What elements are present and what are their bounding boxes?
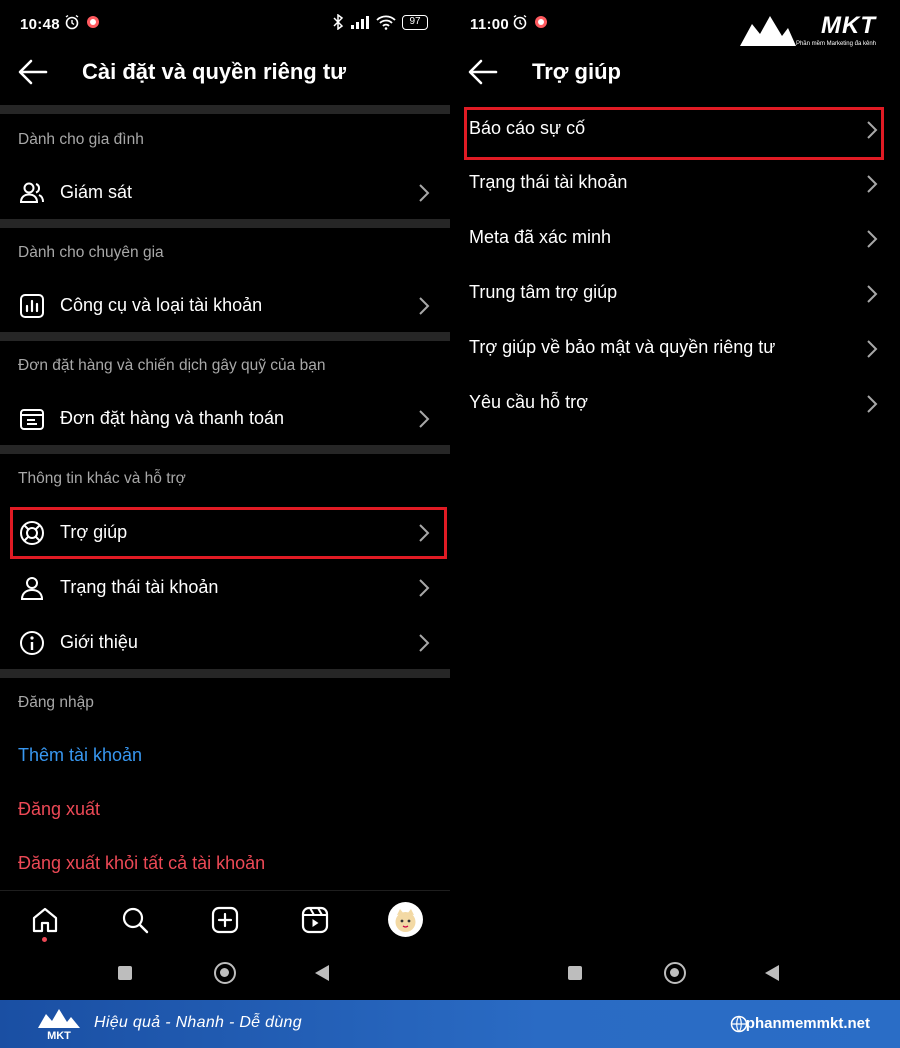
menu-item-label: Trạng thái tài khoản [60, 576, 219, 597]
svg-text:MKT: MKT [47, 1030, 71, 1042]
menu-item-supervision[interactable]: Giám sát [0, 167, 450, 217]
section-divider [0, 669, 450, 678]
back-system-button[interactable] [764, 964, 780, 982]
footer-website[interactable]: phanmemmkt.net [746, 1015, 870, 1032]
signal-icon [351, 16, 369, 29]
menu-item-about[interactable]: Giới thiệu [0, 617, 450, 667]
section-divider [0, 332, 450, 341]
profile-avatar[interactable] [388, 902, 423, 937]
help-item-help-center[interactable]: Trung tâm trợ giúp [450, 268, 900, 323]
chevron-right-icon [419, 410, 430, 428]
chevron-right-icon [867, 340, 878, 358]
reels-icon[interactable] [300, 905, 330, 935]
settings-screen: 10:48 97 Cài đặt và quyền riêng tư Dành … [0, 0, 450, 1000]
record-icon [87, 16, 99, 28]
promo-footer: MKT Hiệu quả - Nhanh - Dễ dùng phanmemmk… [0, 1000, 900, 1048]
help-item-meta-verified[interactable]: Meta đã xác minh [450, 213, 900, 268]
bluetooth-icon [333, 14, 344, 30]
record-icon [535, 16, 547, 28]
back-system-button[interactable] [314, 964, 330, 982]
chevron-right-icon [419, 297, 430, 315]
home-system-button[interactable] [664, 962, 686, 984]
system-navigation [0, 950, 450, 998]
person-icon [20, 577, 44, 600]
footer-tagline: Hiệu quả - Nhanh - Dễ dùng [94, 1014, 302, 1031]
mkt-footer-logo-icon: MKT [38, 1009, 80, 1042]
mkt-logo-text: MKT [821, 12, 876, 39]
help-item-label: Trợ giúp về bảo mật và quyền riêng tư [469, 337, 776, 357]
page-title: Cài đặt và quyền riêng tư [82, 59, 347, 84]
recents-button[interactable] [568, 966, 582, 980]
wifi-icon [376, 15, 396, 30]
logout-all-link[interactable]: Đăng xuất khỏi tất cả tài khoản [18, 853, 265, 874]
alarm-icon [513, 14, 527, 30]
alarm-icon [65, 14, 79, 30]
home-system-button[interactable] [214, 962, 236, 984]
logout-link[interactable]: Đăng xuất [18, 799, 100, 820]
menu-item-account-status[interactable]: Trạng thái tài khoản [0, 562, 450, 612]
create-post-icon[interactable] [210, 905, 240, 935]
help-item-label: Meta đã xác minh [469, 227, 612, 247]
menu-item-label: Giám sát [60, 181, 133, 202]
notification-dot [42, 937, 47, 942]
avatar-cat-icon [395, 909, 416, 932]
help-item-account-status[interactable]: Trạng thái tài khoản [450, 158, 900, 213]
menu-item-label: Công cụ và loại tài khoản [60, 294, 263, 315]
status-time: 11:00 [470, 16, 510, 33]
section-header-orders: Đơn đặt hàng và chiến dịch gây quỹ của b… [18, 357, 326, 374]
system-navigation [450, 950, 900, 998]
section-divider [0, 105, 450, 114]
section-divider [0, 445, 450, 454]
highlight-box [464, 107, 884, 160]
chevron-right-icon [867, 395, 878, 413]
back-arrow-icon[interactable] [18, 58, 48, 86]
bottom-navigation [0, 890, 450, 948]
highlight-box [10, 507, 447, 559]
mkt-logo-subtitle: Phần mềm Marketing đa kênh [795, 41, 876, 47]
info-icon [20, 631, 44, 655]
chart-icon [20, 294, 44, 318]
chevron-right-icon [867, 230, 878, 248]
section-divider [0, 219, 450, 228]
menu-item-label: Giới thiệu [60, 631, 138, 652]
chevron-right-icon [867, 285, 878, 303]
chevron-right-icon [867, 175, 878, 193]
top-bar: Cài đặt và quyền riêng tư [0, 48, 450, 96]
section-header-family: Dành cho gia đình [18, 131, 144, 148]
status-time: 10:48 [20, 16, 60, 33]
menu-item-tools-account-type[interactable]: Công cụ và loại tài khoản [0, 280, 450, 330]
chevron-right-icon [419, 184, 430, 202]
help-screen: 11:00 MKT Phần mềm Marketing đa kênh Trợ… [450, 0, 900, 1000]
menu-item-label: Đơn đặt hàng và thanh toán [60, 407, 284, 428]
chevron-right-icon [419, 579, 430, 597]
people-icon [19, 182, 44, 203]
menu-item-orders-payments[interactable]: Đơn đặt hàng và thanh toán [0, 393, 450, 443]
order-box-icon [20, 409, 44, 430]
battery-indicator: 97 [402, 14, 428, 30]
search-icon[interactable] [120, 905, 150, 935]
section-header-pro: Dành cho chuyên gia [18, 244, 164, 261]
top-bar: Trợ giúp [450, 48, 900, 96]
section-header-more: Thông tin khác và hỗ trợ [18, 470, 186, 487]
chevron-right-icon [419, 634, 430, 652]
add-account-link[interactable]: Thêm tài khoản [18, 745, 142, 766]
help-item-label: Yêu cầu hỗ trợ [469, 392, 588, 412]
recents-button[interactable] [118, 966, 132, 980]
section-header-login: Đăng nhập [18, 694, 94, 711]
home-icon[interactable] [30, 905, 60, 935]
back-arrow-icon[interactable] [468, 58, 498, 86]
help-item-label: Trung tâm trợ giúp [469, 282, 618, 302]
help-item-label: Trạng thái tài khoản [469, 172, 628, 192]
help-item-privacy-security[interactable]: Trợ giúp về bảo mật và quyền riêng tư [450, 323, 900, 378]
help-item-support-requests[interactable]: Yêu cầu hỗ trợ [450, 378, 900, 433]
status-bar: 10:48 97 [0, 0, 450, 48]
page-title: Trợ giúp [532, 59, 621, 84]
